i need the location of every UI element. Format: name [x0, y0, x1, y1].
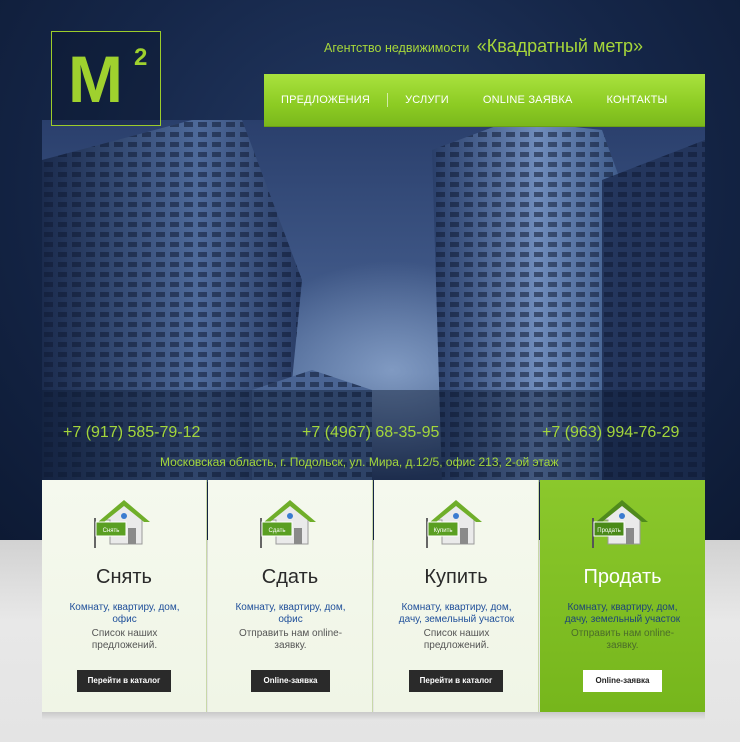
- tagline-text: Агентство недвижимости: [324, 41, 470, 55]
- card-buy-catalog-button[interactable]: Перейти в каталог: [409, 670, 503, 692]
- phone-3[interactable]: +7 (963) 994-76-29: [542, 424, 679, 442]
- card-buy-link[interactable]: Комнату, квартиру, дом, дачу, земельный …: [390, 602, 523, 626]
- card-sell-link[interactable]: Комнату, квартиру, дом, дачу, земельный …: [556, 602, 689, 626]
- card-rent: Снять Снять Комнату, квартиру, дом, офис…: [42, 480, 207, 712]
- card-sell-title: Продать: [583, 566, 662, 588]
- card-rent-desc: Список наших предложений.: [91, 628, 158, 651]
- main-nav: Предложения Услуги Online заявка Контакт…: [264, 74, 705, 127]
- agency-name: «Квадратный метр»: [476, 36, 644, 56]
- nav-item-contacts[interactable]: Контакты: [590, 93, 685, 107]
- phone-2[interactable]: +7 (4967) 68-35-95: [302, 424, 439, 442]
- house-to-let-icon: Сдать: [260, 500, 316, 548]
- card-let-request-button[interactable]: Online-заявка: [251, 670, 330, 692]
- card-let-title: Сдать: [261, 566, 319, 588]
- logo[interactable]: M 2: [51, 31, 161, 126]
- card-buy-desc: Список наших предложений.: [423, 628, 490, 651]
- card-let-link[interactable]: Комнату, квартиру, дом, офис: [224, 602, 357, 626]
- phone-1[interactable]: +7 (917) 585-79-12: [63, 424, 200, 442]
- site-tagline: Агентство недвижимости «Квадратный метр»: [324, 36, 689, 57]
- office-address: Московская область, г. Подольск, ул. Мир…: [160, 455, 559, 469]
- logo-superscript: 2: [134, 44, 148, 71]
- card-rent-sign: Снять: [103, 528, 120, 534]
- card-buy-sign: Купить: [434, 528, 453, 534]
- card-buy-title: Купить: [424, 566, 488, 588]
- card-sell: Продать Продать Комнату, квартиру, дом, …: [540, 480, 705, 712]
- card-rent-title: Снять: [96, 566, 152, 588]
- nav-item-online-request[interactable]: Online заявка: [466, 93, 590, 107]
- card-let: Сдать Сдать Комнату, квартиру, дом, офис…: [208, 480, 373, 712]
- card-let-desc: Отправить нам online-заявку.: [238, 628, 343, 651]
- card-rent-catalog-button[interactable]: Перейти в каталог: [77, 670, 171, 692]
- nav-item-offers[interactable]: Предложения: [264, 93, 387, 107]
- logo-letter: M: [68, 42, 123, 116]
- cards-shadow: [42, 712, 705, 720]
- card-buy: Купить Купить Комнату, квартиру, дом, да…: [374, 480, 539, 712]
- house-sell-icon: Продать: [592, 500, 648, 548]
- card-sell-sign: Продать: [597, 528, 620, 534]
- card-let-sign: Сдать: [269, 528, 286, 534]
- nav-item-services[interactable]: Услуги: [388, 93, 466, 107]
- card-sell-desc: Отправить нам online-заявку.: [570, 628, 675, 651]
- house-for-sale-icon: Купить: [426, 500, 482, 548]
- services-cards: Снять Снять Комнату, квартиру, дом, офис…: [42, 480, 705, 712]
- card-sell-request-button[interactable]: Online-заявка: [583, 670, 662, 692]
- card-rent-link[interactable]: Комнату, квартиру, дом, офис: [58, 602, 191, 626]
- house-for-rent-icon: Снять: [94, 500, 150, 548]
